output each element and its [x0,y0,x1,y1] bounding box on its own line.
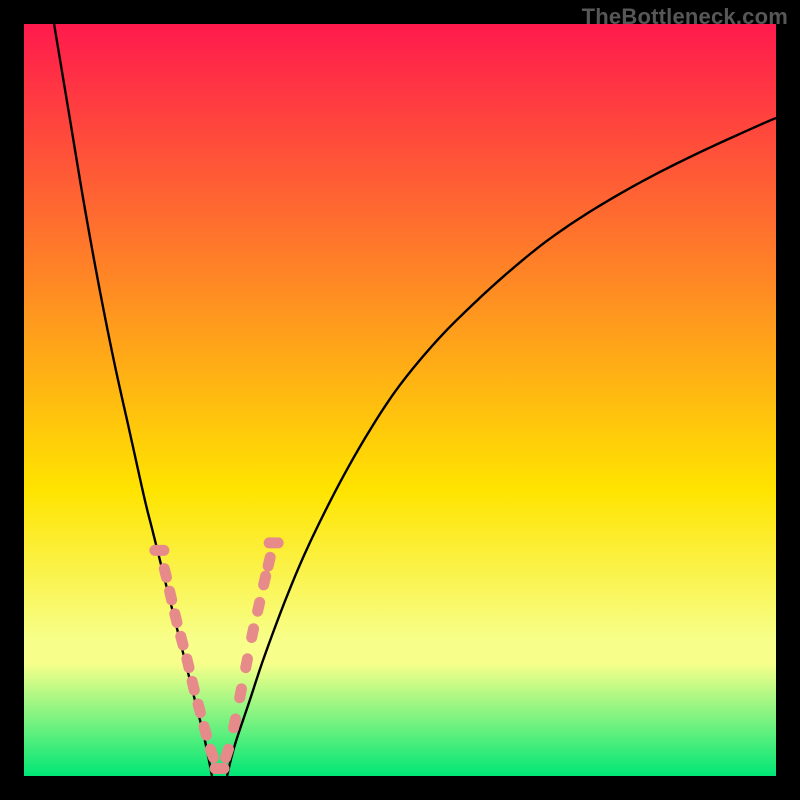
marker-capsule [149,545,169,556]
chart-frame [24,24,776,776]
gradient-background [24,24,776,776]
marker-capsule [210,763,230,774]
watermark-text: TheBottleneck.com [582,4,788,30]
chart-svg [24,24,776,776]
marker-capsule [264,537,284,548]
